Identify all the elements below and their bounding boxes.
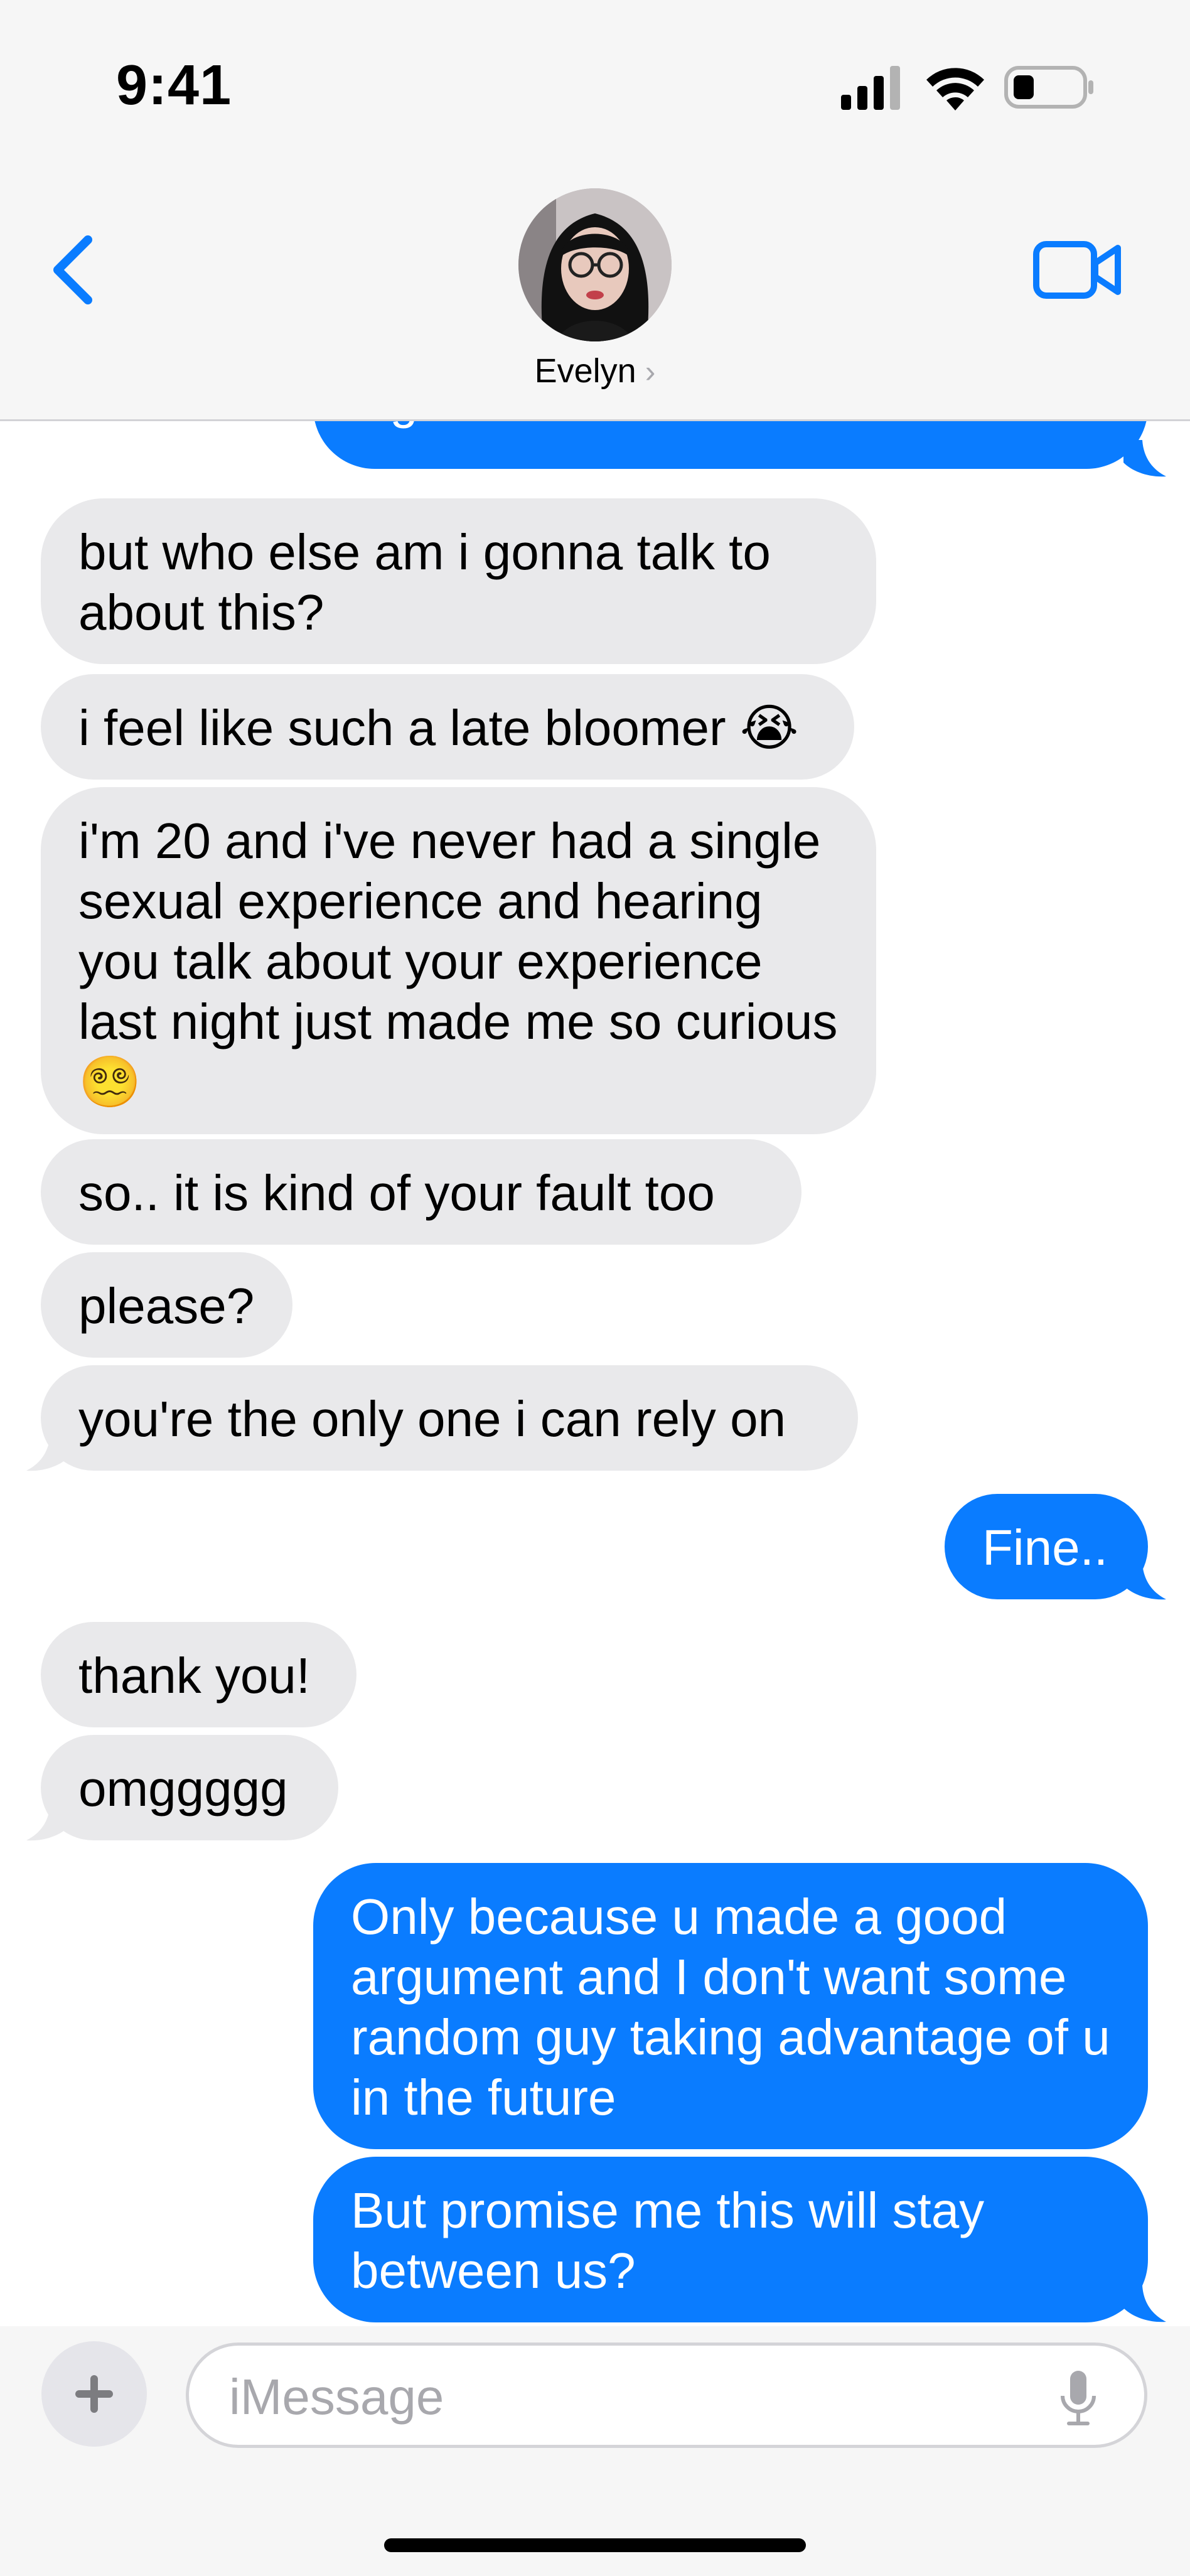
home-indicator[interactable]: [384, 2538, 806, 2552]
imessage-input[interactable]: iMessage: [186, 2343, 1147, 2448]
message-input-bar: iMessage: [0, 2326, 1190, 2576]
message-text: so.. it is kind of your fault too: [78, 1165, 715, 1221]
message-text: omggggg: [78, 1761, 288, 1817]
video-call-icon[interactable]: [1032, 235, 1123, 304]
message-bubble-incoming[interactable]: but who else am i gonna talk to about th…: [41, 498, 876, 664]
message-bubble-outgoing[interactable]: But promise me this will stay between us…: [313, 2157, 1148, 2322]
message-bubble-incoming[interactable]: please?: [41, 1252, 292, 1358]
message-list: night but who else am i gonna talk to ab…: [0, 421, 1190, 2326]
battery-icon: [1004, 66, 1093, 109]
contact-name-text: Evelyn: [534, 352, 636, 390]
message-text: thank you!: [78, 1648, 311, 1704]
wifi-icon: [926, 68, 984, 110]
conversation-header: Evelyn ›: [0, 163, 1190, 421]
bubble-tail: [1123, 1563, 1166, 1600]
status-time: 9:41: [116, 54, 232, 117]
message-bubble-outgoing[interactable]: Fine..: [945, 1494, 1148, 1599]
message-bubble-outgoing[interactable]: Only because u made a good argument and …: [313, 1863, 1148, 2149]
message-text: But promise me this will stay between us…: [351, 2182, 985, 2299]
cellular-signal-icon: [841, 66, 900, 110]
message-text: i'm 20 and i've never had a single sexua…: [78, 813, 838, 1110]
microphone-icon[interactable]: [1056, 2368, 1100, 2428]
bubble-tail: [26, 1434, 69, 1471]
message-bubble-incoming[interactable]: i feel like such a late bloomer 😭: [41, 674, 854, 780]
contact-name[interactable]: Evelyn ›: [0, 352, 1190, 390]
message-text: Fine..: [982, 1520, 1108, 1575]
bubble-tail: [1123, 2285, 1166, 2322]
message-text: please?: [78, 1278, 255, 1334]
message-text: i feel like such a late bloomer 😭: [78, 700, 799, 756]
plus-icon: [75, 2375, 113, 2413]
message-bubble-incoming[interactable]: omggggg: [41, 1735, 338, 1840]
contact-avatar[interactable]: [518, 188, 672, 341]
apps-plus-button[interactable]: [41, 2341, 147, 2447]
avatar-image: [518, 188, 672, 341]
message-bubble-incoming[interactable]: you're the only one i can rely on: [41, 1365, 858, 1471]
bubble-tail: [26, 1804, 69, 1841]
chevron-right-icon: ›: [645, 354, 656, 389]
message-text: but who else am i gonna talk to about th…: [78, 524, 771, 640]
imessage-placeholder: iMessage: [229, 2369, 444, 2425]
message-bubble-outgoing[interactable]: night: [313, 421, 1148, 469]
message-text: you're the only one i can rely on: [78, 1391, 786, 1447]
message-bubble-incoming[interactable]: i'm 20 and i've never had a single sexua…: [41, 787, 876, 1134]
message-text: Only because u made a good argument and …: [351, 1889, 1110, 2125]
status-bar: 9:41: [0, 0, 1190, 163]
message-text: night: [351, 421, 459, 429]
back-chevron-icon[interactable]: [44, 232, 100, 308]
bubble-tail: [1123, 440, 1166, 477]
message-bubble-incoming[interactable]: thank you!: [41, 1622, 356, 1727]
message-bubble-incoming[interactable]: so.. it is kind of your fault too: [41, 1139, 801, 1245]
